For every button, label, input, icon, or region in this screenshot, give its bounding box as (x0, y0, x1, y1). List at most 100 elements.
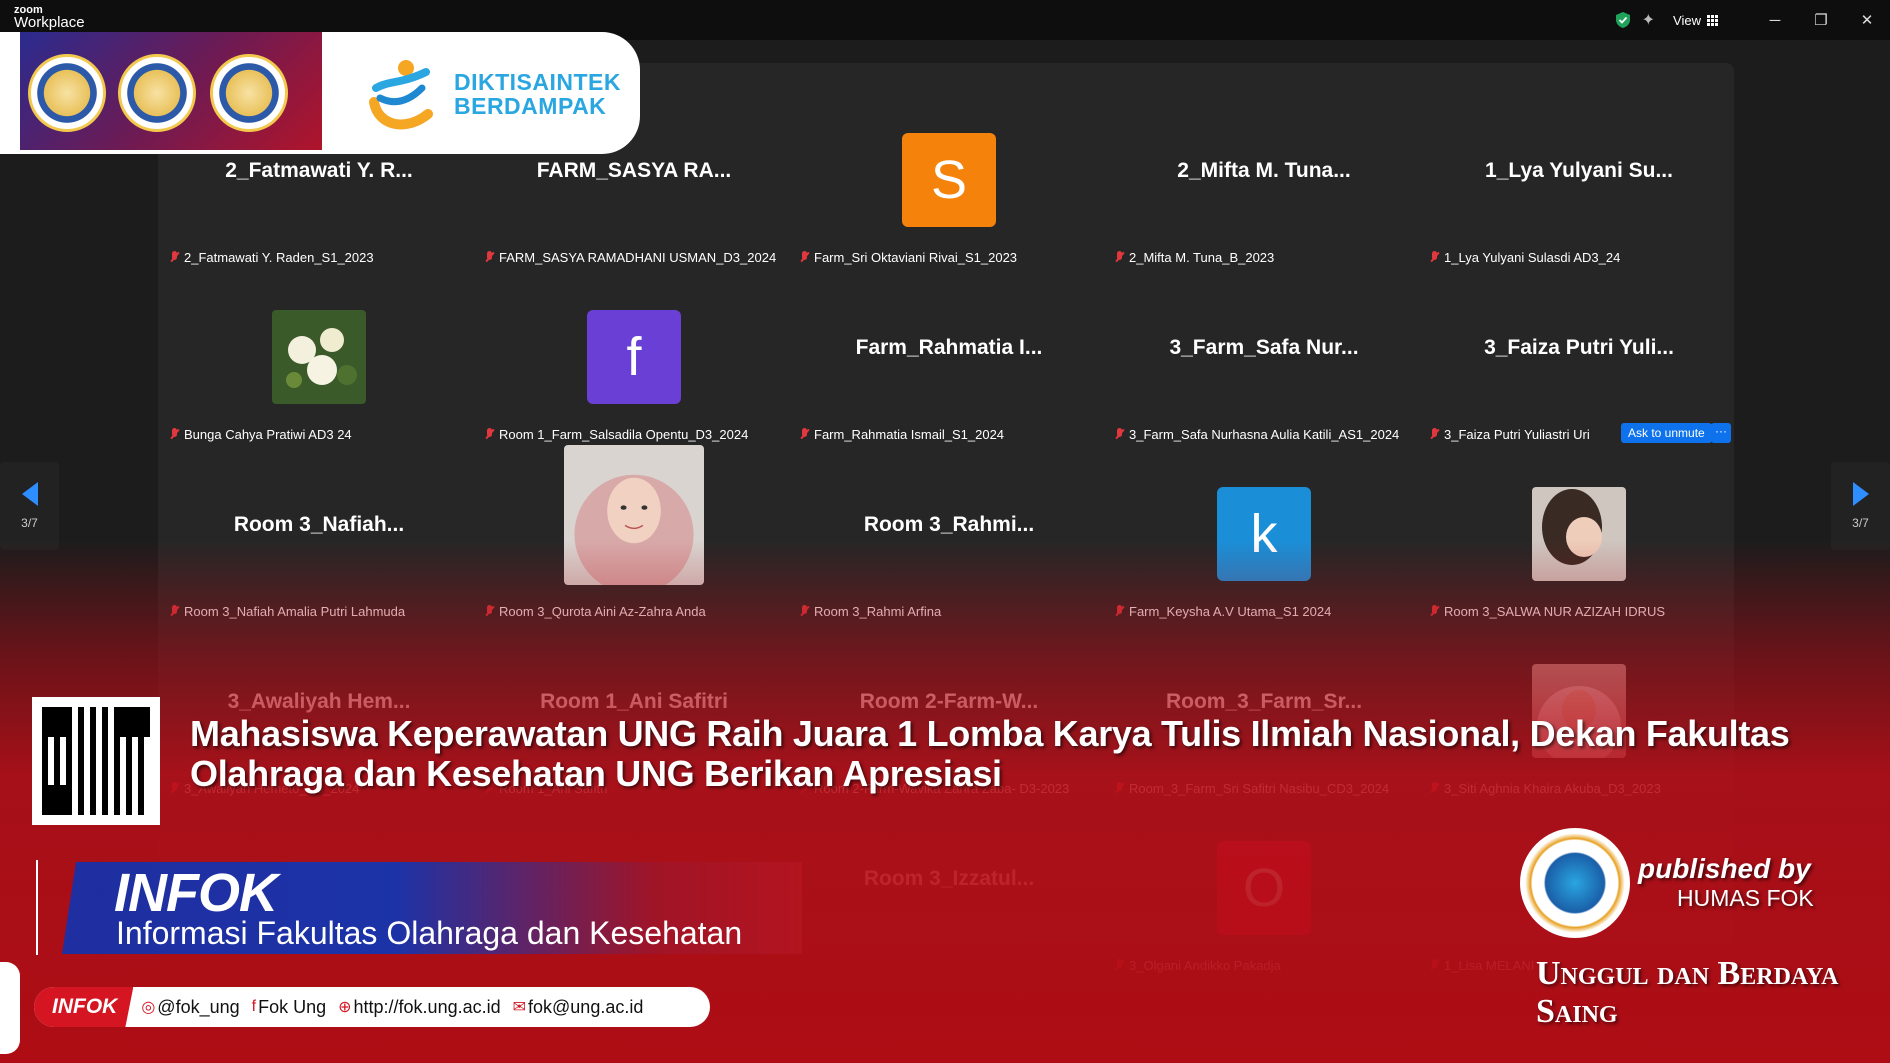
participant-name-text: 1_Lya Yulyani Sulasdi AD3_24 (1444, 250, 1621, 265)
view-label: View (1673, 12, 1701, 28)
qr-code (32, 697, 160, 825)
participant-name-label: 2_Fatmawati Y. Raden_S1_2023 (170, 250, 374, 265)
diktisaintek-wordmark: DIKTISAINTEK BERDAMPAK (454, 70, 621, 118)
muted-mic-icon (1430, 251, 1439, 264)
motto-text: Unggul dan Berdaya Saing (1536, 955, 1839, 1030)
close-button[interactable]: ✕ (1844, 0, 1890, 40)
grid-icon (1707, 14, 1718, 26)
publisher-name: HUMAS FOK (1677, 885, 1814, 911)
participant-display-name: 2_Mifta M. Tuna... (1177, 159, 1351, 182)
participant-name-text: 2_Mifta M. Tuna_B_2023 (1129, 250, 1275, 265)
view-button[interactable]: View (1673, 13, 1718, 28)
participant-name-label: 1_Lya Yulyani Sulasdi AD3_24 (1430, 250, 1620, 265)
participant-name-text: FARM_SASYA RAMADHANI USMAN_D3_2024 (499, 250, 777, 265)
restore-button[interactable]: ❐ (1798, 0, 1844, 40)
participant-video-frame (272, 310, 366, 404)
participant-avatar: S (902, 133, 996, 227)
facebook-handle: Fok Ung (258, 996, 327, 1017)
participant-display-name: 3_Farm_Safa Nur... (1169, 336, 1359, 359)
contact-bar: INFOK ◎ @fok_ung f Fok Ung ⊕ http://fok.ung… (34, 987, 710, 1027)
participant-name-label: 2_Mifta M. Tuna_B_2023 (1115, 250, 1274, 265)
muted-mic-icon (170, 428, 179, 441)
divider-line (36, 860, 38, 955)
participant-name-label: 3_Faiza Putri Yuliastri Uri (1430, 427, 1590, 442)
infok-title: INFOK (114, 863, 278, 923)
muted-mic-icon (170, 251, 179, 264)
ask-to-unmute-button[interactable]: Ask to unmute (1621, 423, 1712, 443)
brand-line-2: Workplace (14, 14, 85, 31)
participant-name-text: 3_Faiza Putri Yuliastri Uri (1444, 427, 1590, 442)
shield-icon[interactable] (1614, 11, 1632, 29)
sparkle-icon[interactable]: ✦ (1642, 10, 1655, 30)
qr-code-pattern (42, 707, 150, 815)
published-by-label: published by (1638, 853, 1811, 884)
minimize-button[interactable]: ─ (1752, 0, 1798, 40)
page-indicator-right: 3/7 (1852, 516, 1869, 530)
left-edge-tab (0, 962, 20, 1054)
chevron-left-icon (21, 482, 38, 506)
ung-seal-logo (118, 54, 196, 132)
participant-name-label: Farm_Rahmatia Ismail_S1_2024 (800, 427, 1004, 442)
instagram-icon: ◎ (141, 999, 156, 1016)
muted-mic-icon (1115, 428, 1124, 441)
previous-page-button[interactable]: 3/7 (0, 462, 59, 550)
muted-mic-icon (485, 428, 494, 441)
participant-display-name: Farm_Rahmatia I... (855, 336, 1043, 359)
infok-tag: INFOK (34, 987, 134, 1027)
email-link[interactable]: ✉ fok@ung.ac.id (513, 997, 644, 1018)
dikti-line-1: DIKTISAINTEK (454, 69, 621, 95)
participant-name-label: Bunga Cahya Pratiwi AD3 24 (170, 427, 352, 442)
muted-mic-icon (800, 251, 809, 264)
muted-mic-icon (485, 251, 494, 264)
humas-fok-logo (1520, 828, 1630, 938)
participant-tile[interactable]: 3_Farm_Safa Nur... 3_Farm_Safa Nurhasna A… (1107, 268, 1421, 444)
dikti-line-2: BERDAMPAK (454, 93, 607, 119)
participant-tile[interactable]: f Room 1_Farm_Salsadila Opentu_D3_2024 (477, 268, 791, 444)
participant-name-label: Farm_Sri Oktaviani Rivai_S1_2023 (800, 250, 1017, 265)
participant-name-text: Room 1_Farm_Salsadila Opentu_D3_2024 (499, 427, 749, 442)
globe-icon: ⊕ (338, 999, 352, 1016)
chevron-right-icon (1852, 482, 1869, 506)
participant-name-text: Farm_Rahmatia Ismail_S1_2024 (814, 427, 1005, 442)
participant-tile[interactable]: 3_Faiza Putri Yuli... 3_Faiza Putri Yulia… (1422, 268, 1736, 444)
email-address: fok@ung.ac.id (528, 996, 644, 1017)
participant-tile[interactable]: 2_Mifta M. Tuna... 2_Mifta M. Tuna_B_2023 (1107, 91, 1421, 267)
participant-display-name: 1_Lya Yulyani Su... (1485, 159, 1673, 182)
participant-display-name: Room 3_Rahmi... (863, 513, 1035, 536)
participant-name-label: Room 1_Farm_Salsadila Opentu_D3_2024 (485, 427, 748, 442)
participant-tile[interactable]: Farm_Rahmatia I... Farm_Rahmatia Ismail_S… (792, 268, 1106, 444)
participant-display-name: 2_Fatmawati Y. R... (225, 159, 413, 182)
infok-subtitle: Informasi Fakultas Olahraga dan Kesehata… (116, 915, 743, 951)
next-page-button[interactable]: 3/7 (1831, 462, 1890, 550)
facebook-link[interactable]: f Fok Ung (252, 997, 326, 1018)
website-url: http://fok.ung.ac.id (353, 996, 501, 1017)
participant-display-name: 3_Faiza Putri Yuli... (1484, 336, 1674, 359)
participant-tile[interactable]: Bunga Cahya Pratiwi AD3 24 (162, 268, 476, 444)
muted-mic-icon (1115, 251, 1124, 264)
news-headline: Mahasiswa Keperawatan UNG Raih Juara 1 L… (190, 713, 1790, 794)
page-indicator-left: 3/7 (21, 516, 38, 530)
participant-avatar: f (587, 310, 681, 404)
muted-mic-icon (800, 428, 809, 441)
participant-tile[interactable]: S Farm_Sri Oktaviani Rivai_S1_2023 (792, 91, 1106, 267)
tut-wuri-handayani-logo (28, 54, 106, 132)
participant-display-name: FARM_SASYA RA... (536, 159, 732, 182)
instagram-handle: @fok_ung (157, 996, 240, 1017)
website-link[interactable]: ⊕ http://fok.ung.ac.id (338, 997, 501, 1018)
participant-tile[interactable]: 1_Lya Yulyani Su... 1_Lya Yulyani Sulasdi… (1422, 91, 1736, 267)
muted-mic-icon (1430, 428, 1439, 441)
participant-name-text: Bunga Cahya Pratiwi AD3 24 (184, 427, 352, 442)
participant-name-text: Farm_Sri Oktaviani Rivai_S1_2023 (814, 250, 1018, 265)
more-options-button[interactable]: ··· (1711, 423, 1731, 443)
zoom-workplace-logo: zoom Workplace (14, 5, 85, 31)
participant-display-name: Room 3_Nafiah... (233, 513, 405, 536)
facebook-icon: f (251, 998, 257, 1015)
participant-name-label: FARM_SASYA RAMADHANI USMAN_D3_2024 (485, 250, 776, 265)
screen: { "app": {"brand_line1":"zoom","brand_li… (0, 0, 1890, 1063)
mail-icon: ✉ (512, 999, 527, 1016)
participant-name-text: 2_Fatmawati Y. Raden_S1_2023 (184, 250, 374, 265)
participant-name-text: 3_Farm_Safa Nurhasna Aulia Katili_AS1_20… (1129, 427, 1400, 442)
diktisaintek-logo-icon (369, 60, 433, 130)
fok-seal-logo (210, 54, 288, 132)
instagram-link[interactable]: ◎ @fok_ung (141, 997, 239, 1018)
